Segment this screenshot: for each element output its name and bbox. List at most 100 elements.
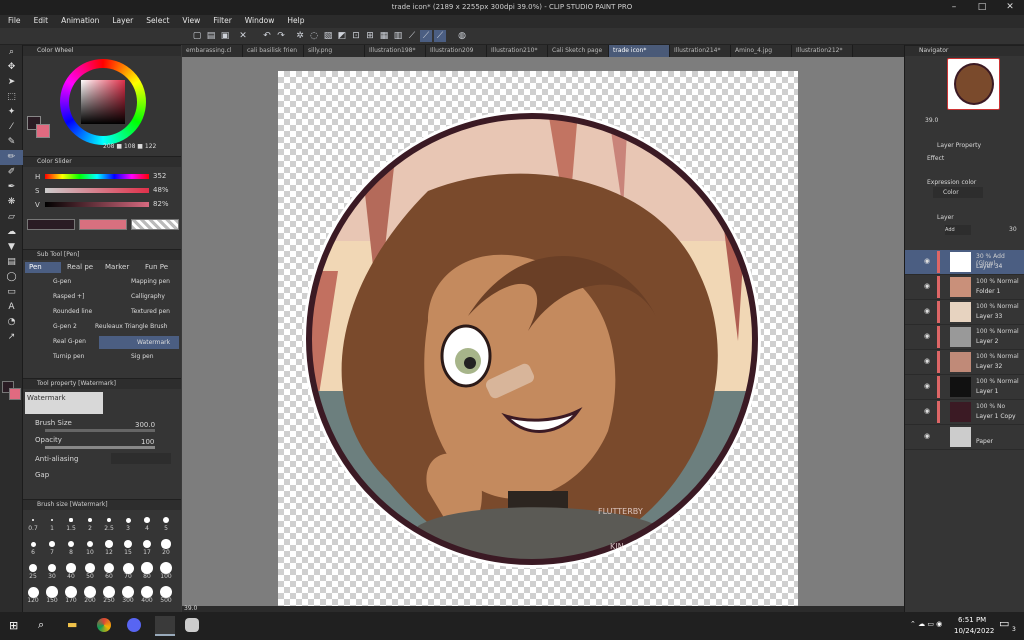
brush-rasped[interactable]: Rasped +]: [53, 293, 84, 300]
brush-size-dot[interactable]: [161, 539, 171, 549]
visibility-eye-icon[interactable]: ◉: [924, 307, 930, 315]
brush-size-option[interactable]: 17: [139, 549, 155, 556]
quick-mask-icon[interactable]: ◍: [456, 30, 468, 42]
tray-icons[interactable]: ⌃ ☁ ▭ ◉: [910, 620, 942, 628]
layer-row[interactable]: ◉ 30 % Add (Glow) Layer 34: [905, 250, 1024, 275]
file-explorer-icon[interactable]: ▬: [67, 618, 77, 631]
brush-size-option[interactable]: 15: [120, 549, 136, 556]
document-tab[interactable]: Illustration209: [426, 45, 487, 57]
brush-watermark[interactable]: Watermark: [99, 336, 179, 349]
brush-size-dot[interactable]: [49, 541, 55, 547]
blend-mode-select[interactable]: Add (Glow): [945, 225, 971, 235]
brush-size-option[interactable]: 250: [101, 597, 117, 604]
frame-icon[interactable]: ▭: [0, 285, 23, 300]
brush-size-option[interactable]: 80: [139, 573, 155, 580]
fill-icon[interactable]: ◩: [336, 30, 348, 42]
pen-tool-icon[interactable]: ✎: [0, 135, 23, 150]
menu-edit[interactable]: Edit: [26, 15, 54, 25]
brush-size-option[interactable]: 200: [82, 597, 98, 604]
document-tab[interactable]: trade icon*: [609, 45, 670, 57]
brush-size-option[interactable]: 4: [139, 525, 155, 532]
sub-color-swatch[interactable]: [9, 388, 21, 400]
brush-tool-icon[interactable]: ✐: [0, 165, 23, 180]
transform-icon[interactable]: ⊡: [350, 30, 362, 42]
visibility-eye-icon[interactable]: ◉: [924, 382, 930, 390]
saturation-slider[interactable]: [45, 188, 149, 193]
brush-size-dot[interactable]: [85, 563, 95, 573]
brush-size-option[interactable]: 3: [120, 525, 136, 532]
brush-size-option[interactable]: 8: [63, 549, 79, 556]
maximize-button[interactable]: □: [968, 1, 996, 14]
brush-size-option[interactable]: 1.5: [63, 525, 79, 532]
brush-size-option[interactable]: 150: [44, 597, 60, 604]
visibility-eye-icon[interactable]: ◉: [924, 332, 930, 340]
brush-size-option[interactable]: 2: [82, 525, 98, 532]
close-button[interactable]: ✕: [996, 1, 1024, 14]
grid-icon[interactable]: ▦: [378, 30, 390, 42]
clock-time[interactable]: 6:51 PM: [958, 616, 986, 624]
gradient-icon[interactable]: ▤: [0, 255, 23, 270]
navigator-preview[interactable]: [947, 58, 1000, 110]
brush-size-option[interactable]: 6: [25, 549, 41, 556]
snap-ruler-icon[interactable]: ⟋: [406, 30, 418, 42]
balloon-icon[interactable]: ◔: [0, 315, 23, 330]
fill-tool-icon[interactable]: ▼: [0, 240, 23, 255]
snap-grid-icon[interactable]: ⟋: [434, 30, 446, 42]
document-tab[interactable]: Cali Sketch page: [548, 45, 609, 57]
document-tab[interactable]: Illustration210*: [487, 45, 548, 57]
layer-row[interactable]: ◉ Paper: [905, 425, 1024, 450]
opacity-slider[interactable]: [45, 446, 155, 449]
save-icon[interactable]: ▣: [219, 30, 231, 42]
operation-icon[interactable]: ➤: [0, 75, 23, 90]
brush-size-option[interactable]: 30: [44, 573, 60, 580]
decoration-icon[interactable]: ❋: [0, 195, 23, 210]
sub-color-chip[interactable]: [36, 124, 50, 138]
menu-animation[interactable]: Animation: [53, 15, 104, 25]
brush-size-option[interactable]: 20: [158, 549, 174, 556]
airbrush-icon[interactable]: ✒: [0, 180, 23, 195]
layer-row[interactable]: ◉ 100 % No Layer 1 Copy: [905, 400, 1024, 425]
brush-calligraphy[interactable]: Calligraphy: [131, 293, 165, 300]
brush-size-dot[interactable]: [50, 518, 54, 522]
brush-size-option[interactable]: 400: [139, 597, 155, 604]
deselect-icon[interactable]: ◌: [308, 30, 320, 42]
zoom-icon[interactable]: ⌕: [0, 45, 23, 60]
brush-reuleaux[interactable]: Reuleaux Triangle Brush: [95, 323, 167, 330]
document-tab[interactable]: Illustration198*: [365, 45, 426, 57]
brush-size-option[interactable]: 7: [44, 549, 60, 556]
document-tab[interactable]: embarassing.cl: [182, 45, 243, 57]
brush-size-dot[interactable]: [27, 586, 39, 598]
invert-icon[interactable]: ▧: [322, 30, 334, 42]
brush-mapping-pen[interactable]: Mapping pen: [131, 278, 170, 285]
open-icon[interactable]: ▤: [205, 30, 217, 42]
brush-textured-pen[interactable]: Textured pen: [131, 308, 170, 315]
menu-view[interactable]: View: [174, 15, 205, 25]
notifications-icon[interactable]: ▭: [999, 617, 1009, 630]
correct-line-icon[interactable]: ↗: [0, 330, 23, 345]
menu-help[interactable]: Help: [279, 15, 309, 25]
brush-size-dot[interactable]: [29, 564, 37, 572]
brush-size-dot[interactable]: [47, 563, 57, 573]
zoom-readout[interactable]: 39.0: [184, 605, 197, 612]
brush-size-option[interactable]: 40: [63, 573, 79, 580]
tab-real-pencil[interactable]: Real pe: [63, 262, 99, 273]
redo-icon[interactable]: ↷: [275, 30, 287, 42]
canvas[interactable]: FLUTTERBY KIN: [278, 71, 798, 606]
brush-sig-pen[interactable]: Sig pen: [131, 353, 154, 360]
brush-size-option[interactable]: 50: [82, 573, 98, 580]
antialias-options[interactable]: [111, 453, 171, 464]
snap-icon[interactable]: ✲: [294, 30, 306, 42]
layer-row[interactable]: ◉ 100 % Normal Layer 2: [905, 325, 1024, 350]
brush-size-dot[interactable]: [88, 518, 92, 522]
menu-window[interactable]: Window: [237, 15, 280, 25]
brush-size-dot[interactable]: [103, 562, 115, 574]
search-icon[interactable]: ⌕: [38, 618, 44, 632]
eraser-icon[interactable]: ▱: [0, 210, 23, 225]
brush-size-dot[interactable]: [124, 540, 132, 548]
brush-size-option[interactable]: 0.7: [25, 525, 41, 532]
text-tool-icon[interactable]: A: [0, 300, 23, 315]
brush-size-option[interactable]: 500: [158, 597, 174, 604]
new-icon[interactable]: ▢: [191, 30, 203, 42]
brush-turnip-pen[interactable]: Turnip pen: [53, 353, 84, 360]
clip-studio-icon[interactable]: [155, 616, 175, 636]
